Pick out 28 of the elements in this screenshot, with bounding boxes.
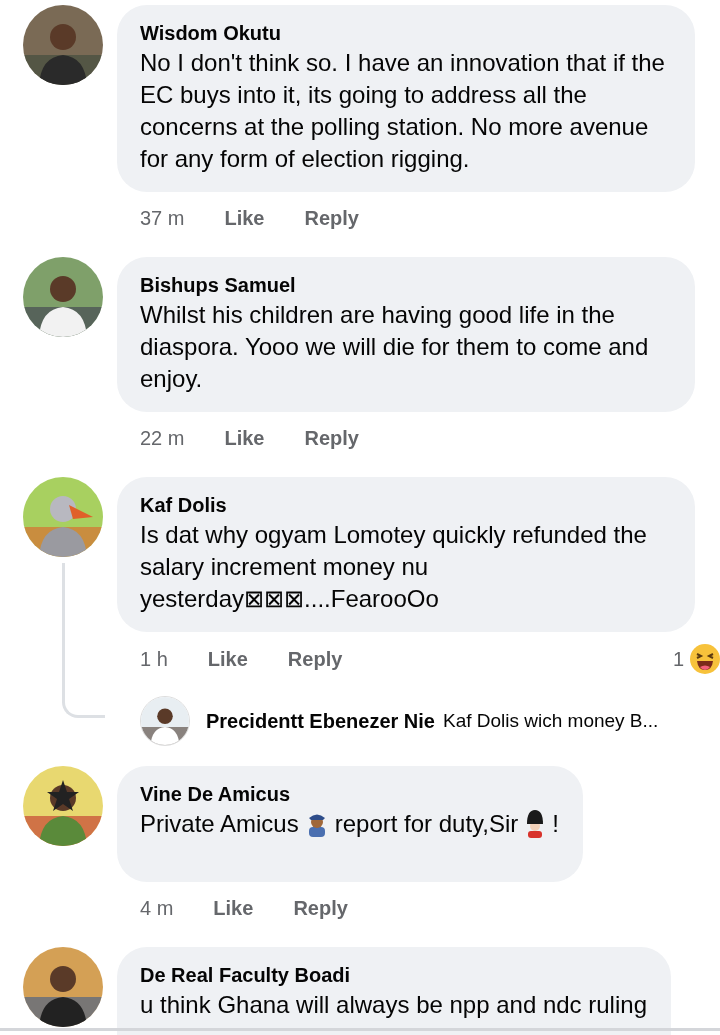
comment-text: Is dat why ogyam Lomotey quickly refunded the salary increment money nu yesterday⊠⊠⊠....FearooOo xyxy=(140,520,648,614)
commenter-name[interactable]: De Real Faculty Boadi xyxy=(140,961,647,989)
comment-text: Private Amicus xyxy=(140,809,299,839)
commenter-name[interactable]: Bishups Samuel xyxy=(140,271,671,299)
like-link[interactable]: Like xyxy=(213,894,254,922)
reply-preview[interactable]: Kaf Dolis wich money B... xyxy=(442,710,659,732)
reply-link[interactable]: Reply xyxy=(304,424,359,452)
comment-text: report for duty,Sir xyxy=(334,809,519,839)
comment-time: 4 m xyxy=(140,896,174,921)
comment-text: No I don't think so. I have an innovation that if the EC buys into it, its going to address all the concerns at the polling station. No more avenue for any form of election rigging. xyxy=(140,48,666,174)
comment-time: 1 h xyxy=(140,647,168,672)
reply-link[interactable]: Reply xyxy=(293,894,348,922)
comment-time: 22 m xyxy=(140,426,185,451)
reply-link[interactable]: Reply xyxy=(304,204,359,232)
commenter-name[interactable]: Wisdom Okutu xyxy=(140,19,671,47)
like-link[interactable]: Like xyxy=(224,424,265,452)
comment-text: ! xyxy=(552,809,559,839)
commenter-name[interactable]: Kaf Dolis xyxy=(140,491,671,519)
reply-author[interactable]: Precidentt Ebenezer Nie xyxy=(206,709,435,733)
commenter-name[interactable]: Vine De Amicus xyxy=(140,780,559,808)
comment-text: u think Ghana will always be npp and ndc ruling xyxy=(140,990,647,1020)
like-link[interactable]: Like xyxy=(207,645,248,673)
comment-text: Whilst his children are having good life in the diaspora. Yooo we will die for them to come and enjoy. xyxy=(140,300,650,394)
like-link[interactable]: Like xyxy=(224,204,265,232)
laughing-emoji-icon xyxy=(690,644,720,674)
reply-link[interactable]: Reply xyxy=(287,645,343,673)
reaction-count: 1 xyxy=(672,647,684,672)
comment-time: 37 m xyxy=(140,206,185,231)
